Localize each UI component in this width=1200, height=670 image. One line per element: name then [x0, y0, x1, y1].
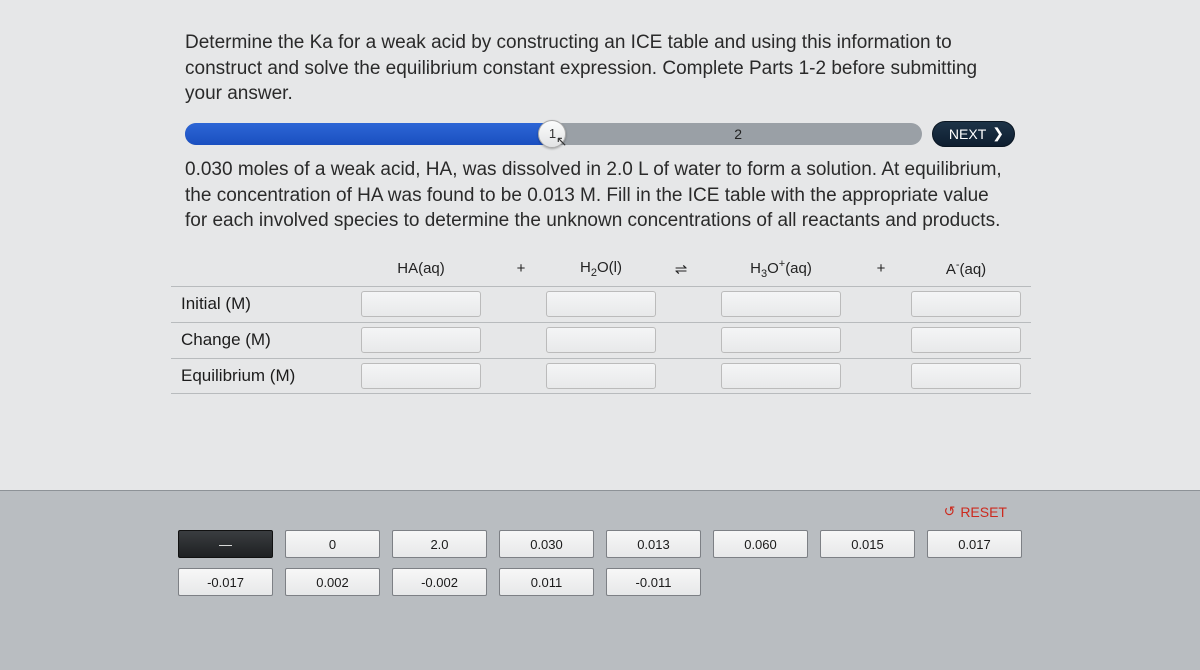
drop-change-h2o[interactable]	[546, 327, 656, 353]
plus-icon: +	[501, 260, 541, 277]
row-label-equilibrium: Equilibrium (M)	[171, 366, 341, 386]
row-label-change: Change (M)	[171, 330, 341, 350]
tile-0-011[interactable]: 0.011	[499, 568, 594, 596]
drop-change-a[interactable]	[911, 327, 1021, 353]
progress-bar: 1 ↖ 2	[185, 123, 922, 145]
drop-change-h3o[interactable]	[721, 327, 841, 353]
species-ha: HA(aq)	[341, 260, 501, 277]
row-label-initial: Initial (M)	[171, 294, 341, 314]
progress-handle[interactable]: 1 ↖	[538, 120, 566, 148]
tile-2-0[interactable]: 2.0	[392, 530, 487, 558]
reset-button[interactable]: ↺ RESET	[944, 503, 1007, 520]
drop-initial-h2o[interactable]	[546, 291, 656, 317]
tile-0-015[interactable]: 0.015	[820, 530, 915, 558]
species-h3o: H3O+(aq)	[701, 258, 861, 280]
ice-table: HA(aq) + H2O(l) ⇌ H3O+(aq) + A-(aq) Init…	[171, 252, 1031, 394]
tile-0-002[interactable]: 0.002	[285, 568, 380, 596]
progress-step-2[interactable]: 2	[554, 123, 921, 145]
drop-initial-a[interactable]	[911, 291, 1021, 317]
next-button[interactable]: NEXT ❯	[932, 121, 1015, 147]
drop-initial-h3o[interactable]	[721, 291, 841, 317]
plus-icon: +	[861, 260, 901, 277]
tile-neg-0-011[interactable]: -0.011	[606, 568, 701, 596]
part-prompt: 0.030 moles of a weak acid, HA, was diss…	[185, 157, 1015, 234]
drop-initial-ha[interactable]	[361, 291, 481, 317]
species-a-minus: A-(aq)	[901, 259, 1031, 278]
drop-eq-h3o[interactable]	[721, 363, 841, 389]
equilibrium-arrows-icon: ⇌	[661, 260, 701, 278]
tile-0-030[interactable]: 0.030	[499, 530, 594, 558]
tile-0-060[interactable]: 0.060	[713, 530, 808, 558]
chevron-right-icon: ❯	[992, 125, 1004, 142]
tile-0-013[interactable]: 0.013	[606, 530, 701, 558]
drop-eq-h2o[interactable]	[546, 363, 656, 389]
main-prompt: Determine the Ka for a weak acid by cons…	[185, 30, 1015, 107]
progress-step-1[interactable]: 1 ↖	[185, 123, 554, 145]
cursor-icon: ↖	[556, 133, 568, 150]
undo-icon: ↺	[944, 503, 956, 520]
drop-eq-a[interactable]	[911, 363, 1021, 389]
drop-change-ha[interactable]	[361, 327, 481, 353]
answer-tiles: — 0 2.0 0.030 0.013 0.060 0.015 0.017 -0…	[170, 530, 1030, 596]
tile-0-017[interactable]: 0.017	[927, 530, 1022, 558]
tile-0[interactable]: 0	[285, 530, 380, 558]
tile-dash[interactable]: —	[178, 530, 273, 558]
tile-neg-0-017[interactable]: -0.017	[178, 568, 273, 596]
species-h2o: H2O(l)	[541, 259, 661, 279]
drop-eq-ha[interactable]	[361, 363, 481, 389]
tile-neg-0-002[interactable]: -0.002	[392, 568, 487, 596]
